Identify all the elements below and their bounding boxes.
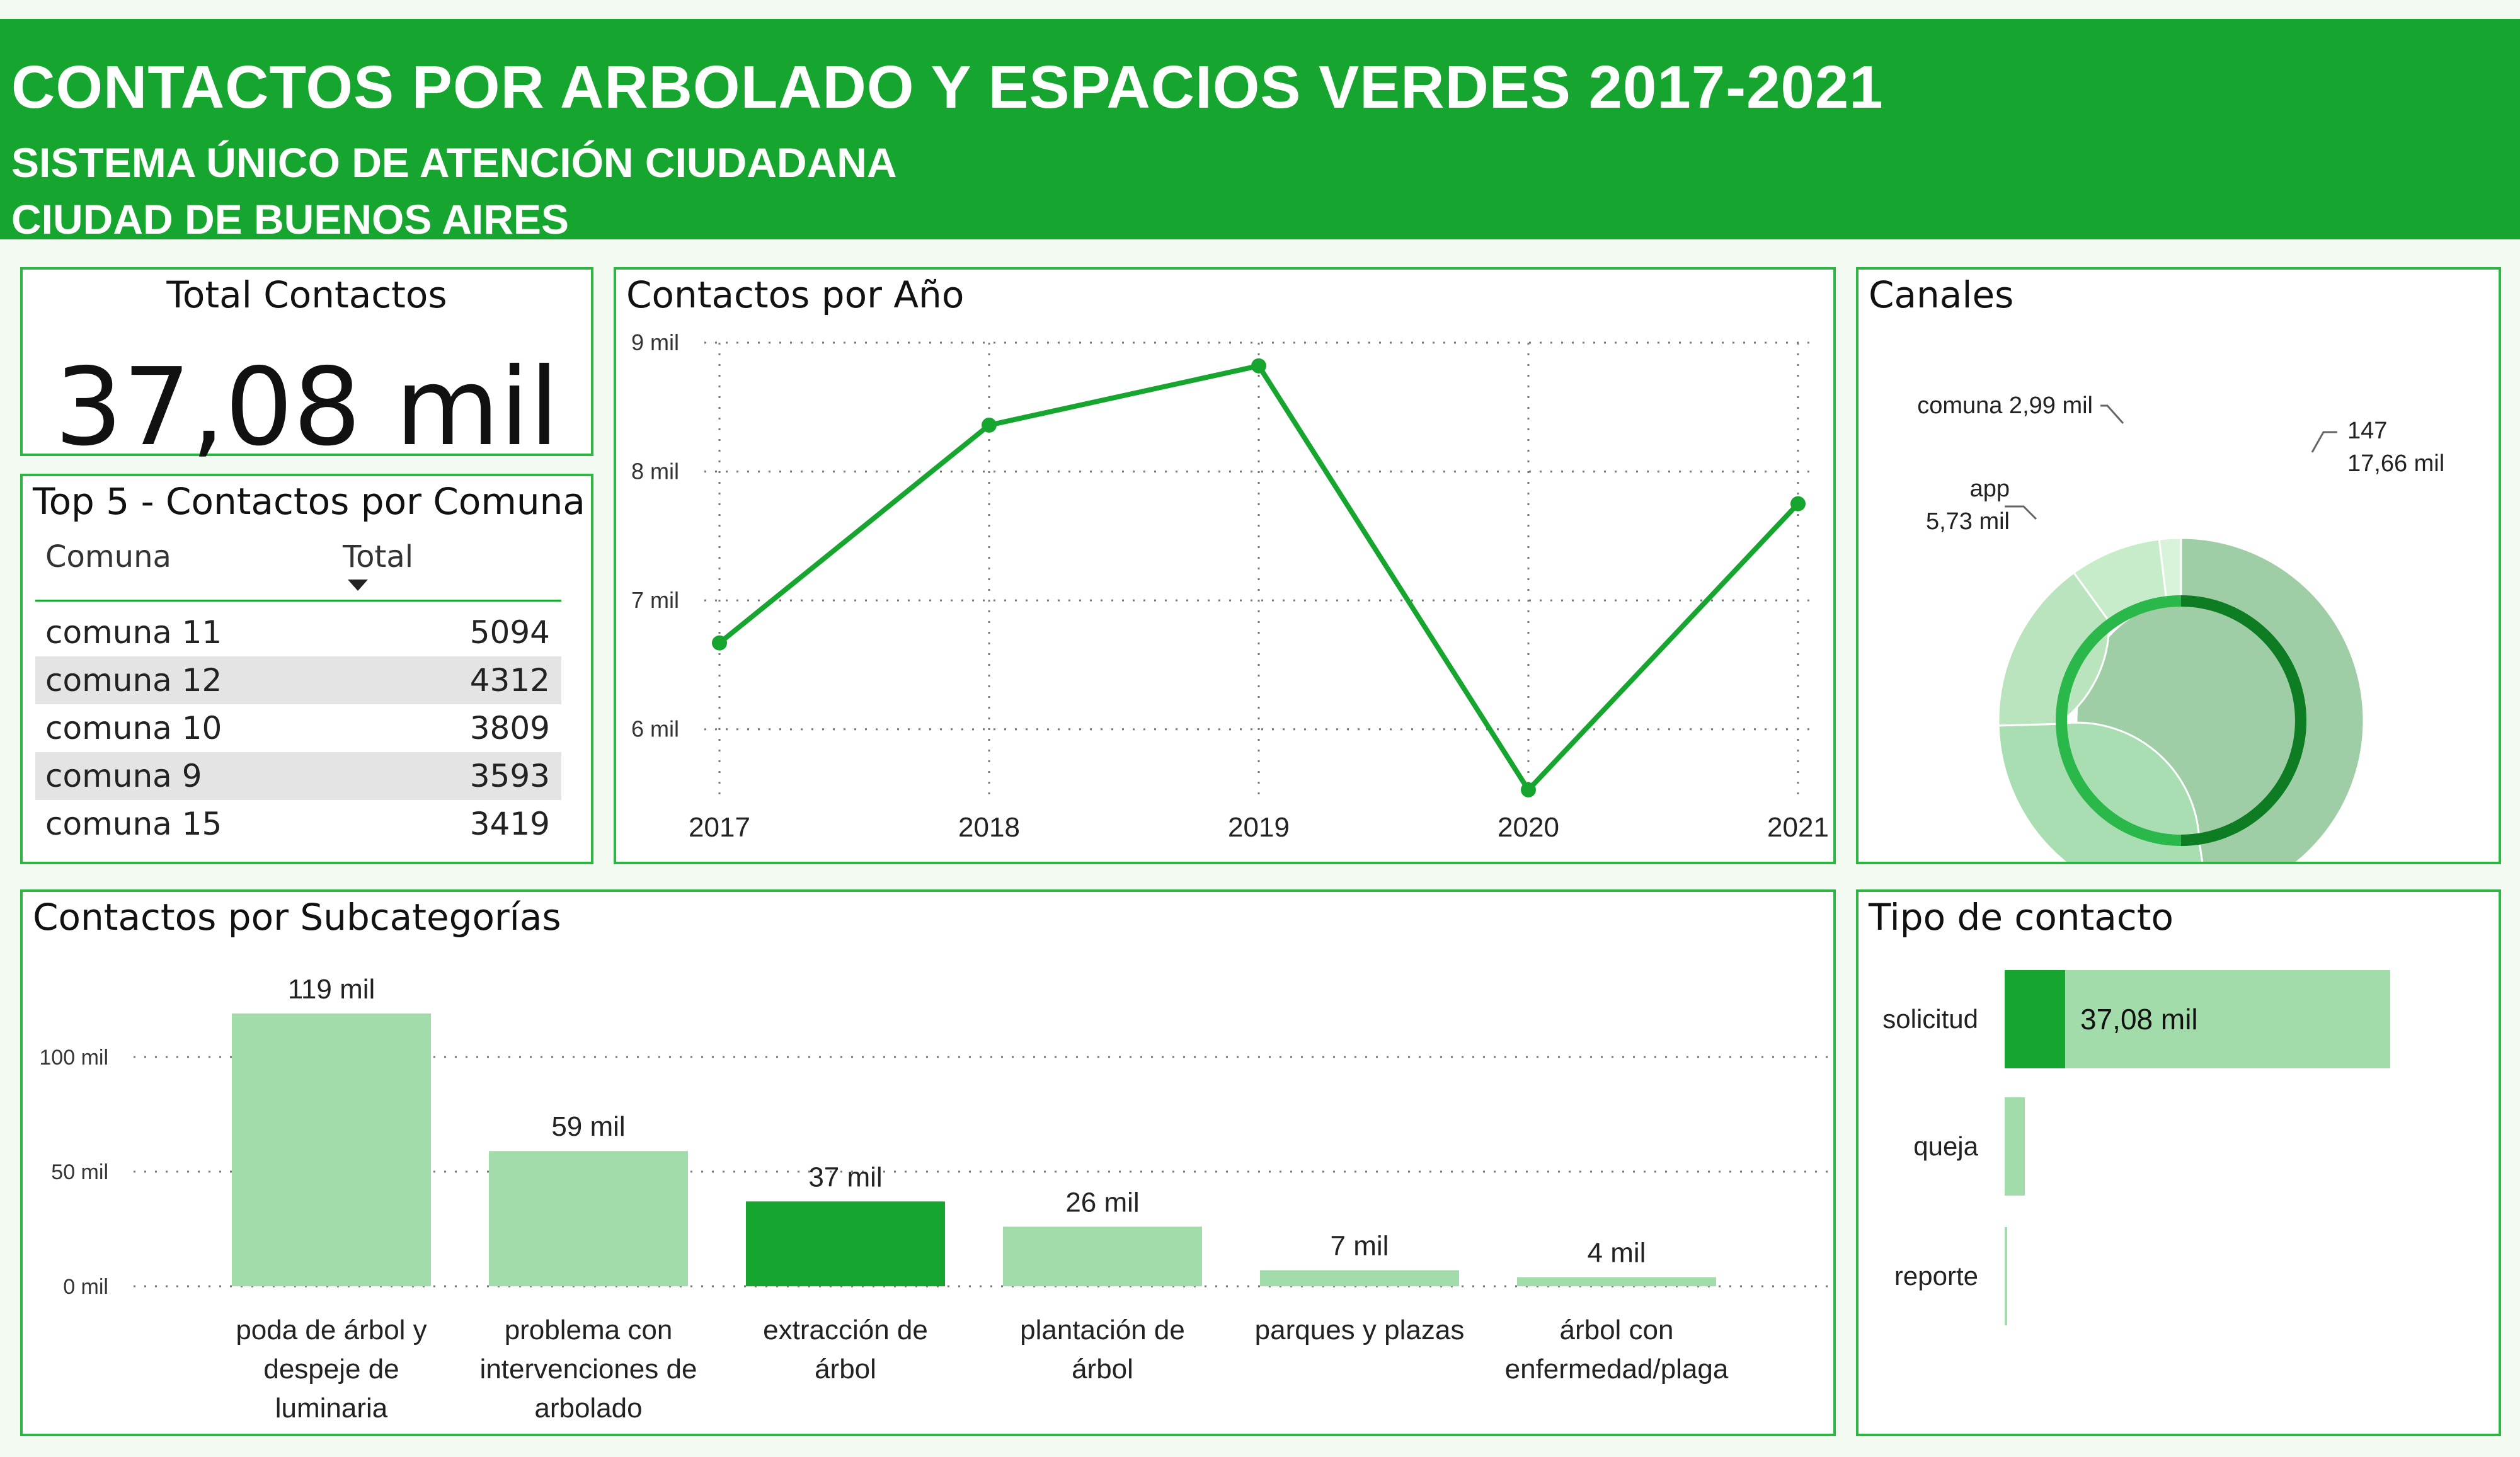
- dashboard-header: CONTACTOS POR ARBOLADO Y ESPACIOS VERDES…: [0, 19, 2520, 243]
- contacts-by-year-card[interactable]: Contactos por Año 6 mil 7 mil 8 mil 9 mil 20…: [614, 267, 1836, 864]
- category-label: parques y plazas: [1255, 1315, 1465, 1346]
- donut-chart[interactable]: 14717,66 milcomuna 2,99 milapp5,73 milwe…: [1858, 270, 2499, 862]
- y-tick-label: 6 mil: [631, 716, 679, 742]
- channel-label-147-value: 17,66 mil: [2347, 450, 2444, 477]
- bar[interactable]: [2005, 1227, 2007, 1325]
- bar-value-label: 4 mil: [1588, 1237, 1646, 1268]
- kpi-value: 37,08 mil: [54, 345, 559, 470]
- category-label: plantación de: [1020, 1315, 1185, 1346]
- channels-card[interactable]: Canales 147 17,66 mil comuna 2,99 mil app 5,…: [1856, 267, 2501, 864]
- category-label: poda de árbol y: [236, 1315, 427, 1346]
- bar-value-label: 59 mil: [551, 1111, 625, 1142]
- category-label: árbol: [815, 1354, 876, 1385]
- category-label: problema con: [505, 1315, 673, 1346]
- table-row[interactable]: comuna 12 4312: [35, 656, 561, 704]
- page-subtitle-system: SISTEMA ÚNICO DE ATENCIÓN CIUDADANA: [11, 139, 897, 186]
- bar[interactable]: [746, 1201, 945, 1286]
- data-point[interactable]: [1790, 496, 1806, 511]
- category-label: extracción de: [763, 1315, 928, 1346]
- channel-label-app-value: 5,73 mil: [1926, 508, 2010, 535]
- table-row[interactable]: comuna 11 5094: [35, 609, 561, 656]
- bar-value-label: 37 mil: [808, 1162, 882, 1192]
- channel-label-app: app: [1970, 476, 2010, 502]
- data-point[interactable]: [1251, 358, 1266, 374]
- y-tick-label: 9 mil: [631, 329, 679, 355]
- comuna-name-cell: comuna 12: [45, 662, 222, 699]
- data-point[interactable]: [1521, 782, 1536, 797]
- category-label: árbol con: [1559, 1315, 1673, 1346]
- bar-value-label: 119 mil: [288, 974, 375, 1005]
- table-row[interactable]: comuna 15 3419: [35, 800, 561, 848]
- x-tick-label: 2017: [689, 812, 750, 843]
- line-chart[interactable]: 6 mil 7 mil 8 mil 9 mil 2017 2018 2019 2020 2021: [616, 270, 1833, 862]
- bar[interactable]: [1517, 1277, 1716, 1286]
- comuna-total-cell: 5094: [469, 614, 550, 651]
- total-contacts-card[interactable]: Total Contactos 37,08 mil: [20, 267, 593, 470]
- x-tick-label: 2018: [958, 812, 1020, 843]
- category-label: árbol: [1072, 1354, 1133, 1385]
- comuna-name-cell: comuna 11: [45, 614, 222, 651]
- table-row[interactable]: comuna 9 3593: [35, 752, 561, 800]
- category-label: enfermedad/plaga: [1505, 1354, 1729, 1385]
- contact-type-card[interactable]: Tipo de contacto solicitud 37,08 mil queja…: [1856, 889, 2501, 1436]
- subcategories-card[interactable]: Contactos por Subcategorías 0 mil 50 mil 1…: [20, 889, 1836, 1436]
- bar-value-label: 26 mil: [1065, 1187, 1139, 1218]
- x-tick-label: 2019: [1228, 812, 1290, 843]
- category-label: intervenciones de: [480, 1354, 697, 1385]
- comuna-name-cell: comuna 9: [45, 758, 202, 794]
- leader-line: [2100, 404, 2124, 424]
- bar-value-label: 7 mil: [1331, 1231, 1389, 1262]
- top5-comuna-card[interactable]: Top 5 - Contactos por Comuna Comuna Tota…: [20, 474, 593, 864]
- bar[interactable]: [2005, 1097, 2025, 1196]
- y-tick-label: 7 mil: [631, 587, 679, 613]
- bar-value-label: 37,08 mil: [2080, 1003, 2198, 1036]
- y-tick-label: 8 mil: [631, 459, 679, 484]
- data-point[interactable]: [712, 635, 727, 651]
- bar[interactable]: [1260, 1270, 1459, 1286]
- category-label: queja: [1913, 1131, 1978, 1161]
- y-tick-label: 100 mil: [39, 1046, 108, 1070]
- category-label: arbolado: [534, 1393, 642, 1424]
- contact-type-chart[interactable]: solicitud 37,08 mil queja reporte: [1858, 892, 2499, 1434]
- comuna-total-cell: 3419: [469, 806, 550, 842]
- bar[interactable]: [1003, 1226, 1202, 1286]
- top5-title: Top 5 - Contactos por Comuna: [33, 480, 585, 523]
- bar-chart[interactable]: 0 mil 50 mil 100 mil 119 mil poda de árbol y…: [23, 892, 1833, 1434]
- bar-highlight[interactable]: [2005, 970, 2065, 1068]
- column-header-comuna[interactable]: Comuna: [45, 539, 171, 574]
- comuna-name-cell: comuna 10: [45, 710, 222, 746]
- category-label: luminaria: [275, 1393, 388, 1424]
- category-label: despeje de: [263, 1354, 399, 1385]
- kpi-title: Total Contactos: [166, 273, 447, 316]
- sort-desc-icon[interactable]: [345, 578, 370, 593]
- page-subtitle-city: CIUDAD DE BUENOS AIRES: [11, 196, 569, 243]
- table-row[interactable]: comuna 10 3809: [35, 704, 561, 752]
- bar[interactable]: [489, 1151, 688, 1286]
- data-point[interactable]: [982, 417, 997, 433]
- comuna-total-cell: 3593: [469, 758, 550, 794]
- x-tick-label: 2020: [1498, 812, 1559, 843]
- y-tick-label: 0 mil: [63, 1275, 108, 1299]
- category-label: reporte: [1894, 1261, 1978, 1291]
- channel-label-147: 147: [2347, 418, 2387, 444]
- page-title: CONTACTOS POR ARBOLADO Y ESPACIOS VERDES…: [11, 54, 1884, 121]
- category-label: solicitud: [1882, 1004, 1978, 1034]
- comuna-total-cell: 3809: [469, 710, 550, 746]
- table-header-divider: [35, 600, 561, 602]
- x-tick-label: 2021: [1767, 812, 1829, 843]
- column-header-total[interactable]: Total: [343, 539, 413, 574]
- channel-label-comuna: comuna 2,99 mil: [1917, 392, 2093, 419]
- leader-line: [2311, 431, 2337, 453]
- bar[interactable]: [232, 1013, 431, 1286]
- y-tick-label: 50 mil: [51, 1160, 108, 1184]
- comuna-name-cell: comuna 15: [45, 806, 222, 842]
- comuna-total-cell: 4312: [469, 662, 550, 699]
